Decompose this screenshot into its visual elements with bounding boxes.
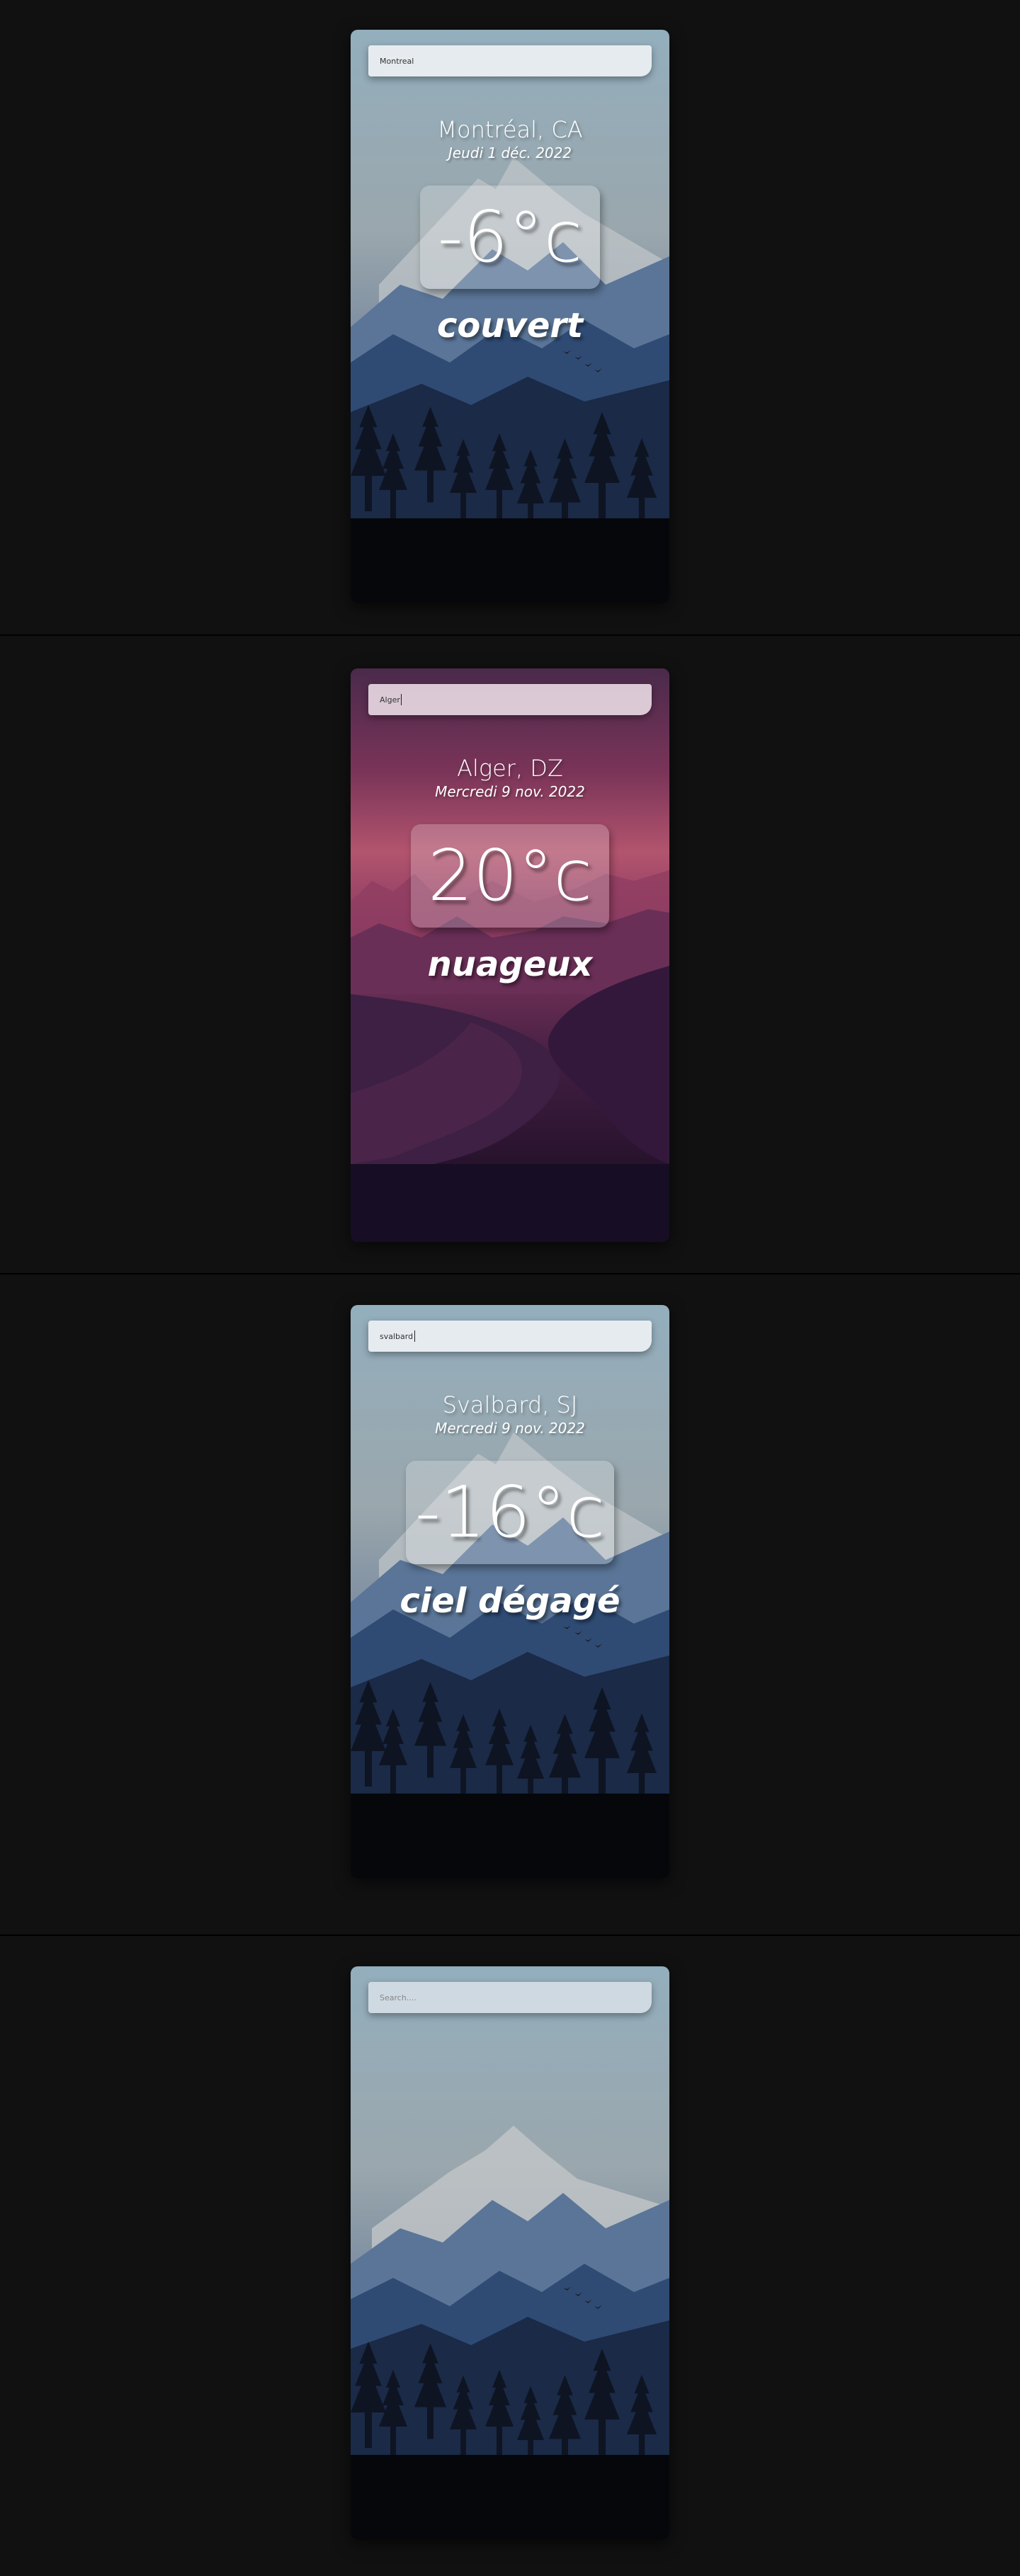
weather-info: Svalbard, SJ Mercredi 9 nov. 2022 -16°c … — [351, 1305, 669, 1879]
temperature-box: -16°c — [406, 1461, 614, 1564]
weather-card: Svalbard, SJ Mercredi 9 nov. 2022 -16°c … — [351, 1305, 669, 1879]
temperature-box: 20°c — [411, 824, 609, 928]
weather-description: ciel dégagé — [400, 1581, 620, 1621]
date-label: Mercredi 9 nov. 2022 — [435, 1420, 585, 1437]
city-search-input[interactable] — [368, 1982, 652, 2013]
date-label: Jeudi 1 déc. 2022 — [448, 144, 572, 161]
weather-card: Montréal, CA Jeudi 1 déc. 2022 -6°c couv… — [351, 30, 669, 603]
weather-card: Alger, DZ Mercredi 9 nov. 2022 20°c nuag… — [351, 668, 669, 1242]
weather-description: couvert — [436, 306, 584, 346]
date-label: Mercredi 9 nov. 2022 — [435, 783, 585, 800]
city-label: Svalbard, SJ — [442, 1391, 578, 1418]
weather-description: nuageux — [427, 945, 593, 984]
weather-card — [351, 1966, 669, 2540]
temperature-box: -6°c — [420, 186, 600, 289]
city-label: Montréal, CA — [437, 116, 583, 143]
weather-info: Montréal, CA Jeudi 1 déc. 2022 -6°c couv… — [351, 30, 669, 603]
winter-forest-background — [351, 1966, 669, 2540]
city-label: Alger, DZ — [457, 755, 563, 782]
weather-info: Alger, DZ Mercredi 9 nov. 2022 20°c nuag… — [351, 668, 669, 1242]
